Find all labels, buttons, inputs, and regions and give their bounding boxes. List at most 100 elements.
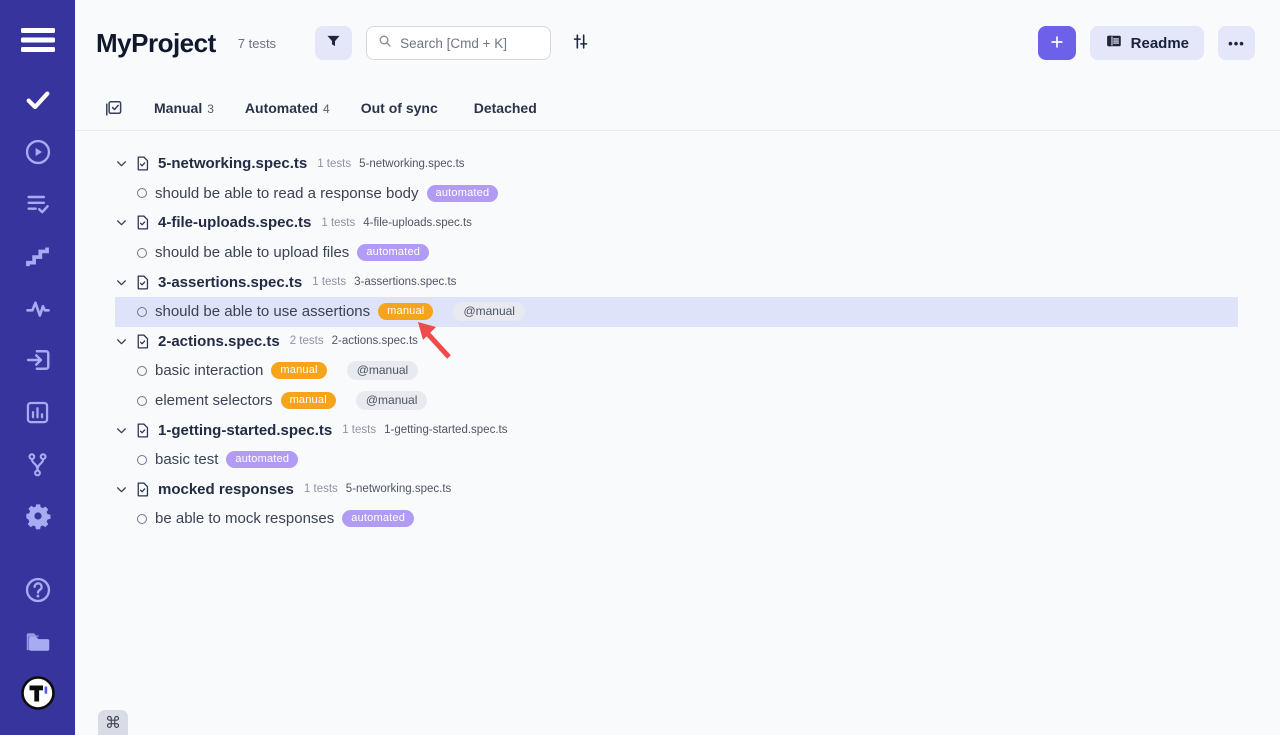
test-tag: @manual xyxy=(347,361,419,380)
settings-gear-icon[interactable] xyxy=(23,501,53,531)
tab-count: 4 xyxy=(323,102,330,116)
suite-row[interactable]: 3-assertions.spec.ts 1 tests 3-assertion… xyxy=(75,267,1280,297)
testomat-logo[interactable] xyxy=(20,675,56,711)
test-status-icon xyxy=(137,188,147,198)
suite-name: mocked responses xyxy=(158,481,294,498)
spec-file-icon xyxy=(134,274,151,291)
test-title: basic interaction xyxy=(155,362,263,379)
files-folder-icon[interactable] xyxy=(23,627,53,657)
search-input[interactable] xyxy=(400,36,540,51)
search-icon xyxy=(377,33,393,54)
readme-label: Readme xyxy=(1131,35,1189,52)
suite-name: 3-assertions.spec.ts xyxy=(158,274,302,291)
suite-name: 1-getting-started.spec.ts xyxy=(158,422,332,439)
play-circle-icon[interactable] xyxy=(23,137,53,167)
plus-icon xyxy=(1048,33,1066,54)
tab-label: Automated xyxy=(245,100,318,116)
view-settings-button[interactable] xyxy=(567,30,593,56)
spec-file-icon xyxy=(134,333,151,350)
suite-row[interactable]: 5-networking.spec.ts 1 tests 5-networkin… xyxy=(75,149,1280,179)
suite-file-path: 2-actions.spec.ts xyxy=(332,335,418,347)
tab-detached[interactable]: Detached xyxy=(474,100,542,116)
suite-test-count: 1 tests xyxy=(312,276,346,288)
tab-label: Detached xyxy=(474,100,537,116)
suite-test-count: 2 tests xyxy=(290,335,324,347)
activity-icon[interactable] xyxy=(23,293,53,323)
test-tag: @manual xyxy=(356,391,428,410)
test-badge: automated xyxy=(342,510,414,527)
readme-button[interactable]: Readme xyxy=(1090,26,1204,60)
suite-test-count: 1 tests xyxy=(342,424,376,436)
tabs-row: Manual 3 Automated 4 Out of sync Detache… xyxy=(75,86,1280,131)
test-row[interactable]: should be able to use assertions manual … xyxy=(115,297,1238,327)
sliders-icon xyxy=(571,32,590,54)
tab-manual[interactable]: Manual 3 xyxy=(154,100,214,116)
menu-icon[interactable] xyxy=(19,21,57,59)
help-icon[interactable] xyxy=(23,575,53,605)
tab-count: 3 xyxy=(207,102,214,116)
select-all-icon[interactable] xyxy=(104,99,123,118)
check-icon[interactable] xyxy=(23,85,53,115)
suite-test-count: 1 tests xyxy=(317,158,351,170)
test-row[interactable]: basic test automated xyxy=(75,445,1280,475)
sidebar xyxy=(0,0,75,735)
suite-file-path: 3-assertions.spec.ts xyxy=(354,276,456,288)
add-button[interactable] xyxy=(1038,26,1076,60)
tab-label: Manual xyxy=(154,100,202,116)
tab-automated[interactable]: Automated 4 xyxy=(245,100,330,116)
test-title: basic test xyxy=(155,451,218,468)
suite-file-path: 1-getting-started.spec.ts xyxy=(384,424,507,436)
test-status-icon xyxy=(137,366,147,376)
test-title: element selectors xyxy=(155,392,273,409)
cmd-symbol: ⌘ xyxy=(105,713,121,733)
test-title: be able to mock responses xyxy=(155,510,334,527)
book-icon xyxy=(1105,32,1123,54)
test-tag: @manual xyxy=(453,302,525,321)
test-row[interactable]: be able to mock responses automated xyxy=(75,504,1280,534)
test-badge: manual xyxy=(281,392,336,409)
filter-button[interactable] xyxy=(315,26,352,60)
suite-row[interactable]: 1-getting-started.spec.ts 1 tests 1-gett… xyxy=(75,415,1280,445)
search-box[interactable] xyxy=(366,26,551,60)
chevron-down-icon[interactable] xyxy=(115,157,128,170)
tab-out-of-sync[interactable]: Out of sync xyxy=(361,100,443,116)
test-tree: 5-networking.spec.ts 1 tests 5-networkin… xyxy=(75,131,1280,534)
bar-chart-icon[interactable] xyxy=(23,397,53,427)
test-status-icon xyxy=(137,307,147,317)
suite-row[interactable]: mocked responses 1 tests 5-networking.sp… xyxy=(75,475,1280,505)
more-button[interactable]: ••• xyxy=(1218,26,1255,60)
test-status-icon xyxy=(137,248,147,258)
suite-name: 2-actions.spec.ts xyxy=(158,333,280,350)
chevron-down-icon[interactable] xyxy=(115,276,128,289)
test-row[interactable]: basic interaction manual @manual xyxy=(75,356,1280,386)
spec-file-icon xyxy=(134,214,151,231)
test-title: should be able to upload files xyxy=(155,244,349,261)
test-row[interactable]: element selectors manual @manual xyxy=(75,386,1280,416)
test-badge: manual xyxy=(378,303,433,320)
suite-row[interactable]: 4-file-uploads.spec.ts 1 tests 4-file-up… xyxy=(75,208,1280,238)
steps-icon[interactable] xyxy=(23,241,53,271)
test-row[interactable]: should be able to read a response body a… xyxy=(75,179,1280,209)
chevron-down-icon[interactable] xyxy=(115,483,128,496)
header: MyProject 7 tests xyxy=(75,0,1280,86)
tab-label: Out of sync xyxy=(361,100,438,116)
import-icon[interactable] xyxy=(23,345,53,375)
chevron-down-icon[interactable] xyxy=(115,335,128,348)
suite-file-path: 4-file-uploads.spec.ts xyxy=(363,217,472,229)
test-status-icon xyxy=(137,455,147,465)
main-panel: MyProject 7 tests xyxy=(75,0,1280,735)
git-branch-icon[interactable] xyxy=(23,449,53,479)
page-title: MyProject xyxy=(96,28,216,59)
chevron-down-icon[interactable] xyxy=(115,216,128,229)
chevron-down-icon[interactable] xyxy=(115,424,128,437)
suite-file-path: 5-networking.spec.ts xyxy=(346,483,451,495)
list-check-icon[interactable] xyxy=(23,189,53,219)
suite-test-count: 1 tests xyxy=(304,483,338,495)
cmd-key-hint: ⌘ xyxy=(98,710,128,735)
spec-file-icon xyxy=(134,481,151,498)
test-row[interactable]: should be able to upload files automated xyxy=(75,238,1280,268)
spec-file-icon xyxy=(134,155,151,172)
suite-name: 5-networking.spec.ts xyxy=(158,155,307,172)
test-status-icon xyxy=(137,514,147,524)
suite-row[interactable]: 2-actions.spec.ts 2 tests 2-actions.spec… xyxy=(75,327,1280,357)
